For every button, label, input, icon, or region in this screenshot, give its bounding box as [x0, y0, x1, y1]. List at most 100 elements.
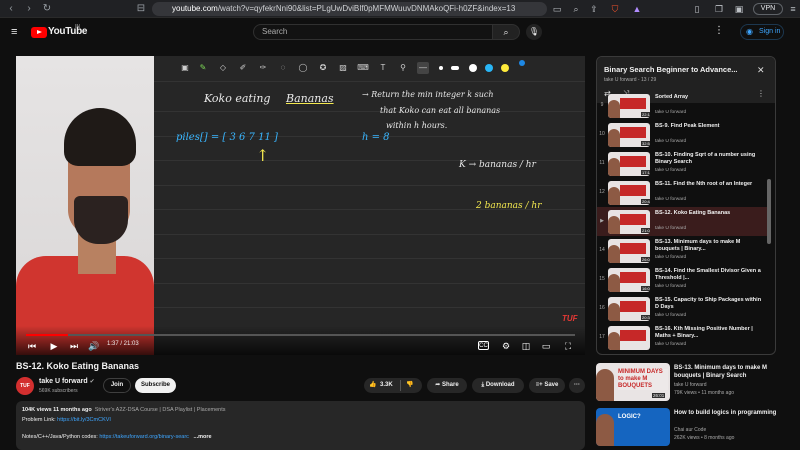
- pen-tool-icon[interactable]: ✎: [197, 62, 209, 74]
- playlist-item[interactable]: 15 16:09 BS-14. Find the Smallest Divisor …: [597, 265, 767, 294]
- recommended-thumbnail[interactable]: LOGIC?: [596, 408, 670, 446]
- like-count[interactable]: 3.3K: [380, 378, 393, 393]
- hamburger-menu-icon[interactable]: ≡: [11, 26, 17, 38]
- playlist-item-thumbnail[interactable]: 20:44: [608, 181, 650, 205]
- more-actions-button[interactable]: ···: [569, 378, 585, 393]
- line-tool-icon[interactable]: —: [417, 62, 429, 74]
- playlist-item-thumbnail[interactable]: 32:53: [608, 123, 650, 147]
- playlist-item[interactable]: 9 22:16 Sorted Array take U forward: [597, 91, 767, 120]
- size-small-dot[interactable]: [439, 66, 443, 70]
- playlist-item-title[interactable]: BS-10. Finding Sqrt of a number using Bi…: [655, 152, 763, 166]
- description-box[interactable]: 104K views 11 months ago Striver's A2Z-D…: [16, 401, 585, 450]
- video-player[interactable]: ▣ ✎ ◇ ✐ ✑ ◌ ◯ ✪ ▨ ⌨ T ⚲ — Koko eating Ba…: [16, 56, 585, 355]
- subscribe-button[interactable]: Subscribe: [135, 378, 176, 393]
- back-icon[interactable]: ‹: [4, 2, 18, 16]
- playlist-item[interactable]: 10 32:53 BS-9. Find Peak Element take U for…: [597, 120, 767, 149]
- volume-icon[interactable]: 🔊: [88, 340, 100, 352]
- channel-avatar[interactable]: TUF: [16, 377, 34, 395]
- share-button[interactable]: ➦ Share: [427, 378, 467, 393]
- text-tool-icon[interactable]: T: [377, 62, 389, 74]
- playlist-item-title[interactable]: BS-11. Find the Nth root of an Integer: [655, 181, 763, 188]
- miniplayer-icon[interactable]: ◫: [520, 340, 532, 352]
- dislike-icon[interactable]: 👎: [406, 378, 413, 393]
- playlist-item-thumbnail[interactable]: 16:09: [608, 268, 650, 292]
- size-medium-dot[interactable]: [451, 66, 459, 70]
- sign-in-button[interactable]: ◉ Sign in: [740, 24, 784, 40]
- keyboard-tool-icon[interactable]: ⌨: [357, 62, 369, 74]
- playlist-item-title[interactable]: BS-14. Find the Smallest Divisor Given a…: [655, 268, 763, 282]
- channel-name[interactable]: take U forward ✔: [39, 378, 95, 385]
- search-input[interactable]: Search: [253, 24, 493, 40]
- color-yellow[interactable]: [501, 64, 509, 72]
- playlist-item[interactable]: 12 20:44 BS-11. Find the Nth root of an In…: [597, 178, 767, 207]
- playlist-item-thumbnail[interactable]: 17:13: [608, 152, 650, 176]
- vpn-button[interactable]: VPN: [753, 3, 783, 15]
- like-icon[interactable]: 👍: [369, 378, 376, 393]
- link-tool-icon[interactable]: ⚲: [397, 62, 409, 74]
- reload-icon[interactable]: ↻: [40, 2, 54, 16]
- playlist-item[interactable]: 16 20:36 BS-15. Capacity to Ship Packages …: [597, 294, 767, 323]
- problem-link[interactable]: https://bit.ly/3CmCKVI: [57, 417, 111, 423]
- playlist-item-title[interactable]: Sorted Array: [655, 94, 763, 101]
- cast-icon[interactable]: ▭: [550, 2, 564, 16]
- color-dark-blue[interactable]: [519, 60, 525, 66]
- share-icon[interactable]: ⇪: [587, 2, 601, 16]
- play-icon[interactable]: ▶: [48, 340, 60, 352]
- recommended-title[interactable]: How to build logics in programming: [674, 409, 786, 417]
- youtube-logo-icon[interactable]: [31, 27, 47, 38]
- logo-text[interactable]: YouTube: [48, 26, 88, 37]
- progress-bar[interactable]: [26, 334, 575, 336]
- menu-icon[interactable]: ≡: [786, 2, 800, 16]
- next-icon[interactable]: ⏭: [68, 340, 80, 352]
- join-button[interactable]: Join: [103, 378, 131, 393]
- highlighter-tool-icon[interactable]: ✑: [257, 62, 269, 74]
- pencil-tool-icon[interactable]: ✐: [237, 62, 249, 74]
- playlist-item-title[interactable]: BS-16. Kth Missing Positive Number | Mat…: [655, 326, 763, 340]
- theater-mode-icon[interactable]: ▭: [540, 340, 552, 352]
- save-button[interactable]: ≡+ Save: [529, 378, 565, 393]
- recommended-video[interactable]: LOGIC? How to build logics in programming…: [596, 408, 786, 446]
- eraser-tool-icon[interactable]: ◇: [217, 62, 229, 74]
- color-white[interactable]: [469, 64, 477, 72]
- brave-shield-icon[interactable]: ⛉: [608, 2, 622, 16]
- playlist-item-thumbnail[interactable]: 22:16: [608, 94, 650, 118]
- close-icon[interactable]: ✕: [757, 65, 765, 76]
- settings-gear-icon[interactable]: ⚙: [500, 340, 512, 352]
- download-button[interactable]: ⤓ Download: [472, 378, 524, 393]
- playlist-title[interactable]: Binary Search Beginner to Advance...: [604, 65, 754, 74]
- playlist-item-thumbnail[interactable]: [608, 326, 650, 350]
- playlist-item-title[interactable]: BS-12. Koko Eating Bananas: [655, 210, 763, 217]
- photo-tool-icon[interactable]: ▨: [337, 62, 349, 74]
- bookmark-icon[interactable]: ⊟: [134, 2, 148, 16]
- playlist-item-thumbnail[interactable]: 26:01: [608, 239, 650, 263]
- playlist-item-title[interactable]: BS-9. Find Peak Element: [655, 123, 763, 130]
- settings-more-icon[interactable]: ⋮: [714, 25, 724, 36]
- wallet-icon[interactable]: ▣: [732, 2, 746, 16]
- zoom-icon[interactable]: ⌕: [569, 2, 583, 16]
- search-button[interactable]: ⌕: [492, 24, 520, 40]
- address-bar[interactable]: youtube.com/watch?v=qyfekrNni90&list=PLg…: [152, 2, 547, 16]
- rewards-icon[interactable]: ▲: [630, 2, 644, 16]
- recommended-video[interactable]: MINIMUM DAYS to make M BOUQUETS 26:01 BS-1…: [596, 363, 786, 401]
- shape-tool-icon[interactable]: ✪: [317, 62, 329, 74]
- extensions-icon[interactable]: ❐: [712, 2, 726, 16]
- captions-icon[interactable]: CC: [478, 341, 489, 350]
- color-blue[interactable]: [485, 64, 493, 72]
- playlist-item[interactable]: 14 26:01 BS-13. Minimum days to make M bou…: [597, 236, 767, 265]
- playlist-item[interactable]: 17 BS-16. Kth Missing Positive Number | M…: [597, 323, 767, 352]
- playlist-item[interactable]: ▶ 21:04 BS-12. Koko Eating Bananas take U f…: [597, 207, 767, 236]
- comment-tool-icon[interactable]: ◯: [297, 62, 309, 74]
- forward-icon[interactable]: ›: [22, 2, 36, 16]
- playlist-item-title[interactable]: BS-13. Minimum days to make M bouquets |…: [655, 239, 763, 253]
- previous-icon[interactable]: ⏮: [26, 340, 38, 352]
- recommended-thumbnail[interactable]: MINIMUM DAYS to make M BOUQUETS 26:01: [596, 363, 670, 401]
- playlist-item-thumbnail[interactable]: 21:04: [608, 210, 650, 234]
- lasso-tool-icon[interactable]: ◌: [277, 62, 289, 74]
- voice-search-button[interactable]: 🎙: [526, 24, 542, 40]
- playlist-scrollbar[interactable]: [767, 179, 771, 244]
- sidebar-icon[interactable]: ▯: [690, 2, 704, 16]
- playlist-item-title[interactable]: BS-15. Capacity to Ship Packages within …: [655, 297, 763, 311]
- notes-link[interactable]: https://takeuforward.org/binary-searc: [99, 434, 189, 440]
- playlist-item[interactable]: 11 17:13 BS-10. Finding Sqrt of a number u…: [597, 149, 767, 178]
- show-more-button[interactable]: ...more: [194, 434, 212, 440]
